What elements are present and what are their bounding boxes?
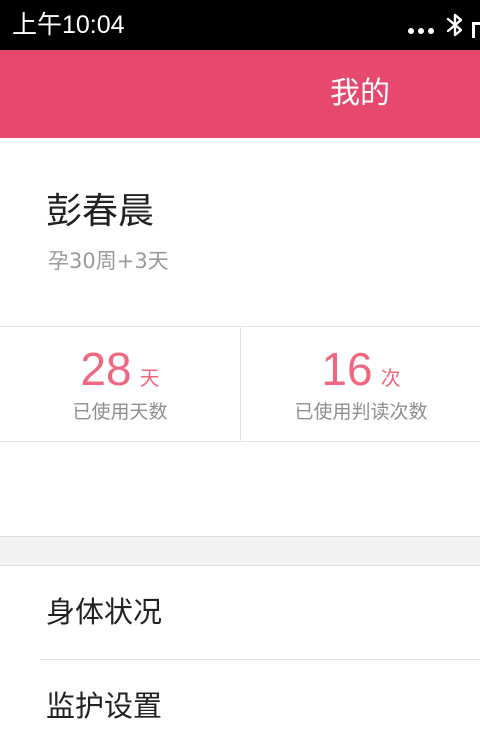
profile-name: 彭春晨	[46, 191, 155, 232]
stat-days-label: 已使用天数	[72, 401, 168, 423]
status-bar: 上午10:04	[0, 0, 480, 50]
stat-readings-value: 16	[321, 343, 373, 395]
stat-days-used: 28 天 已使用天数	[0, 327, 240, 441]
stat-readings-label: 已使用判读次数	[294, 401, 428, 423]
usage-stats: 28 天 已使用天数 16 次 已使用判读次数	[0, 326, 480, 442]
menu-item-label: 身体状况	[46, 595, 163, 629]
stat-days-value: 28	[80, 343, 132, 395]
status-time: 上午10:04	[12, 11, 125, 39]
menu-item-label: 监护设置	[46, 689, 163, 723]
stat-readings-unit: 次	[380, 366, 401, 390]
menu-item-body-condition[interactable]: 身体状况	[0, 566, 480, 660]
app-header: 我的	[0, 50, 480, 138]
section-divider	[0, 536, 480, 566]
page-title: 我的	[330, 76, 390, 111]
menu-item-monitor-settings[interactable]: 监护设置	[0, 660, 480, 745]
pregnancy-status: 孕30周+3天	[48, 249, 169, 273]
bluetooth-icon	[446, 13, 463, 37]
signal-icon	[472, 22, 480, 38]
stat-days-unit: 天	[139, 366, 160, 390]
stat-readings-used: 16 次 已使用判读次数	[240, 327, 480, 441]
more-dots-icon	[408, 28, 434, 34]
